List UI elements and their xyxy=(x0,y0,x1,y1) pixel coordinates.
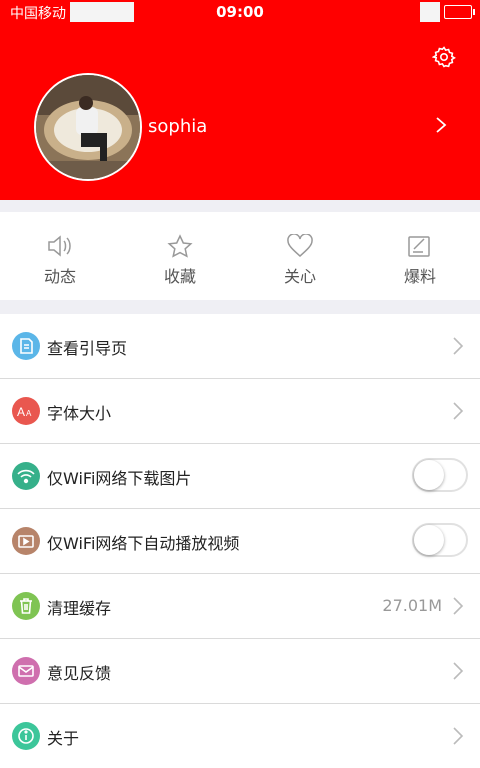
action-label: 动态 xyxy=(43,267,76,286)
mail-icon xyxy=(12,657,40,685)
action-dynamic[interactable]: 动态 xyxy=(0,212,120,300)
quick-actions: 动态 收藏 关心 爆料 xyxy=(0,212,480,300)
chevron-right-icon xyxy=(453,337,464,355)
setting-label: 意见反馈 xyxy=(47,664,112,683)
username: sophia xyxy=(148,116,208,137)
chevron-right-icon xyxy=(453,402,464,420)
action-label: 收藏 xyxy=(163,267,196,286)
avatar[interactable] xyxy=(34,73,142,181)
svg-text:A: A xyxy=(17,405,25,419)
settings-gear-icon[interactable] xyxy=(431,45,456,69)
masked-region xyxy=(420,2,440,22)
action-label: 关心 xyxy=(283,267,316,286)
setting-row-feedback[interactable]: 意见反馈 xyxy=(0,639,480,704)
cache-size: 27.01M xyxy=(382,596,442,615)
font-size-icon: AA xyxy=(12,397,40,425)
edit-icon xyxy=(408,236,430,257)
video-icon xyxy=(12,527,40,555)
toggle-knob xyxy=(414,525,444,555)
document-icon xyxy=(12,332,40,360)
wifi-icon xyxy=(12,462,40,490)
action-care[interactable]: 关心 xyxy=(240,212,360,300)
action-label: 爆料 xyxy=(403,267,436,286)
settings-list: 查看引导页 AA 字体大小 仅WiFi网络下载图片 仅WiFi网络下自动播放视频… xyxy=(0,314,480,768)
action-report[interactable]: 爆料 xyxy=(360,212,480,300)
speaker-icon xyxy=(48,235,71,257)
setting-label: 关于 xyxy=(47,729,80,748)
chevron-right-icon xyxy=(453,662,464,680)
star-icon xyxy=(167,234,193,258)
setting-label: 仅WiFi网络下载图片 xyxy=(47,469,192,488)
svg-text:A: A xyxy=(26,409,32,418)
chevron-right-icon xyxy=(453,597,464,615)
info-icon xyxy=(12,722,40,750)
setting-row-guide[interactable]: 查看引导页 xyxy=(0,314,480,379)
setting-label: 字体大小 xyxy=(47,404,112,423)
chevron-right-icon[interactable] xyxy=(434,116,448,134)
setting-label: 清理缓存 xyxy=(47,599,112,618)
action-favorites[interactable]: 收藏 xyxy=(120,212,240,300)
chevron-right-icon xyxy=(453,727,464,745)
setting-label: 查看引导页 xyxy=(47,339,128,358)
setting-label: 仅WiFi网络下自动播放视频 xyxy=(47,534,240,553)
setting-row-clear-cache[interactable]: 清理缓存 27.01M xyxy=(0,574,480,639)
status-bar: 中国移动 09:00 xyxy=(0,0,480,24)
toggle-knob xyxy=(414,460,444,490)
battery-icon xyxy=(444,5,475,19)
wifi-images-toggle[interactable] xyxy=(412,458,468,492)
heart-icon xyxy=(287,234,313,257)
trash-icon xyxy=(12,592,40,620)
status-time: 09:00 xyxy=(216,3,264,21)
wifi-video-toggle[interactable] xyxy=(412,523,468,557)
setting-row-wifi-video: 仅WiFi网络下自动播放视频 xyxy=(0,509,480,574)
profile-header: 中国移动 09:00 sophia xyxy=(0,0,480,200)
setting-row-font-size[interactable]: AA 字体大小 xyxy=(0,379,480,444)
profile-row[interactable]: sophia xyxy=(0,70,480,181)
setting-row-about[interactable]: 关于 xyxy=(0,704,480,768)
setting-row-wifi-images: 仅WiFi网络下载图片 xyxy=(0,444,480,509)
